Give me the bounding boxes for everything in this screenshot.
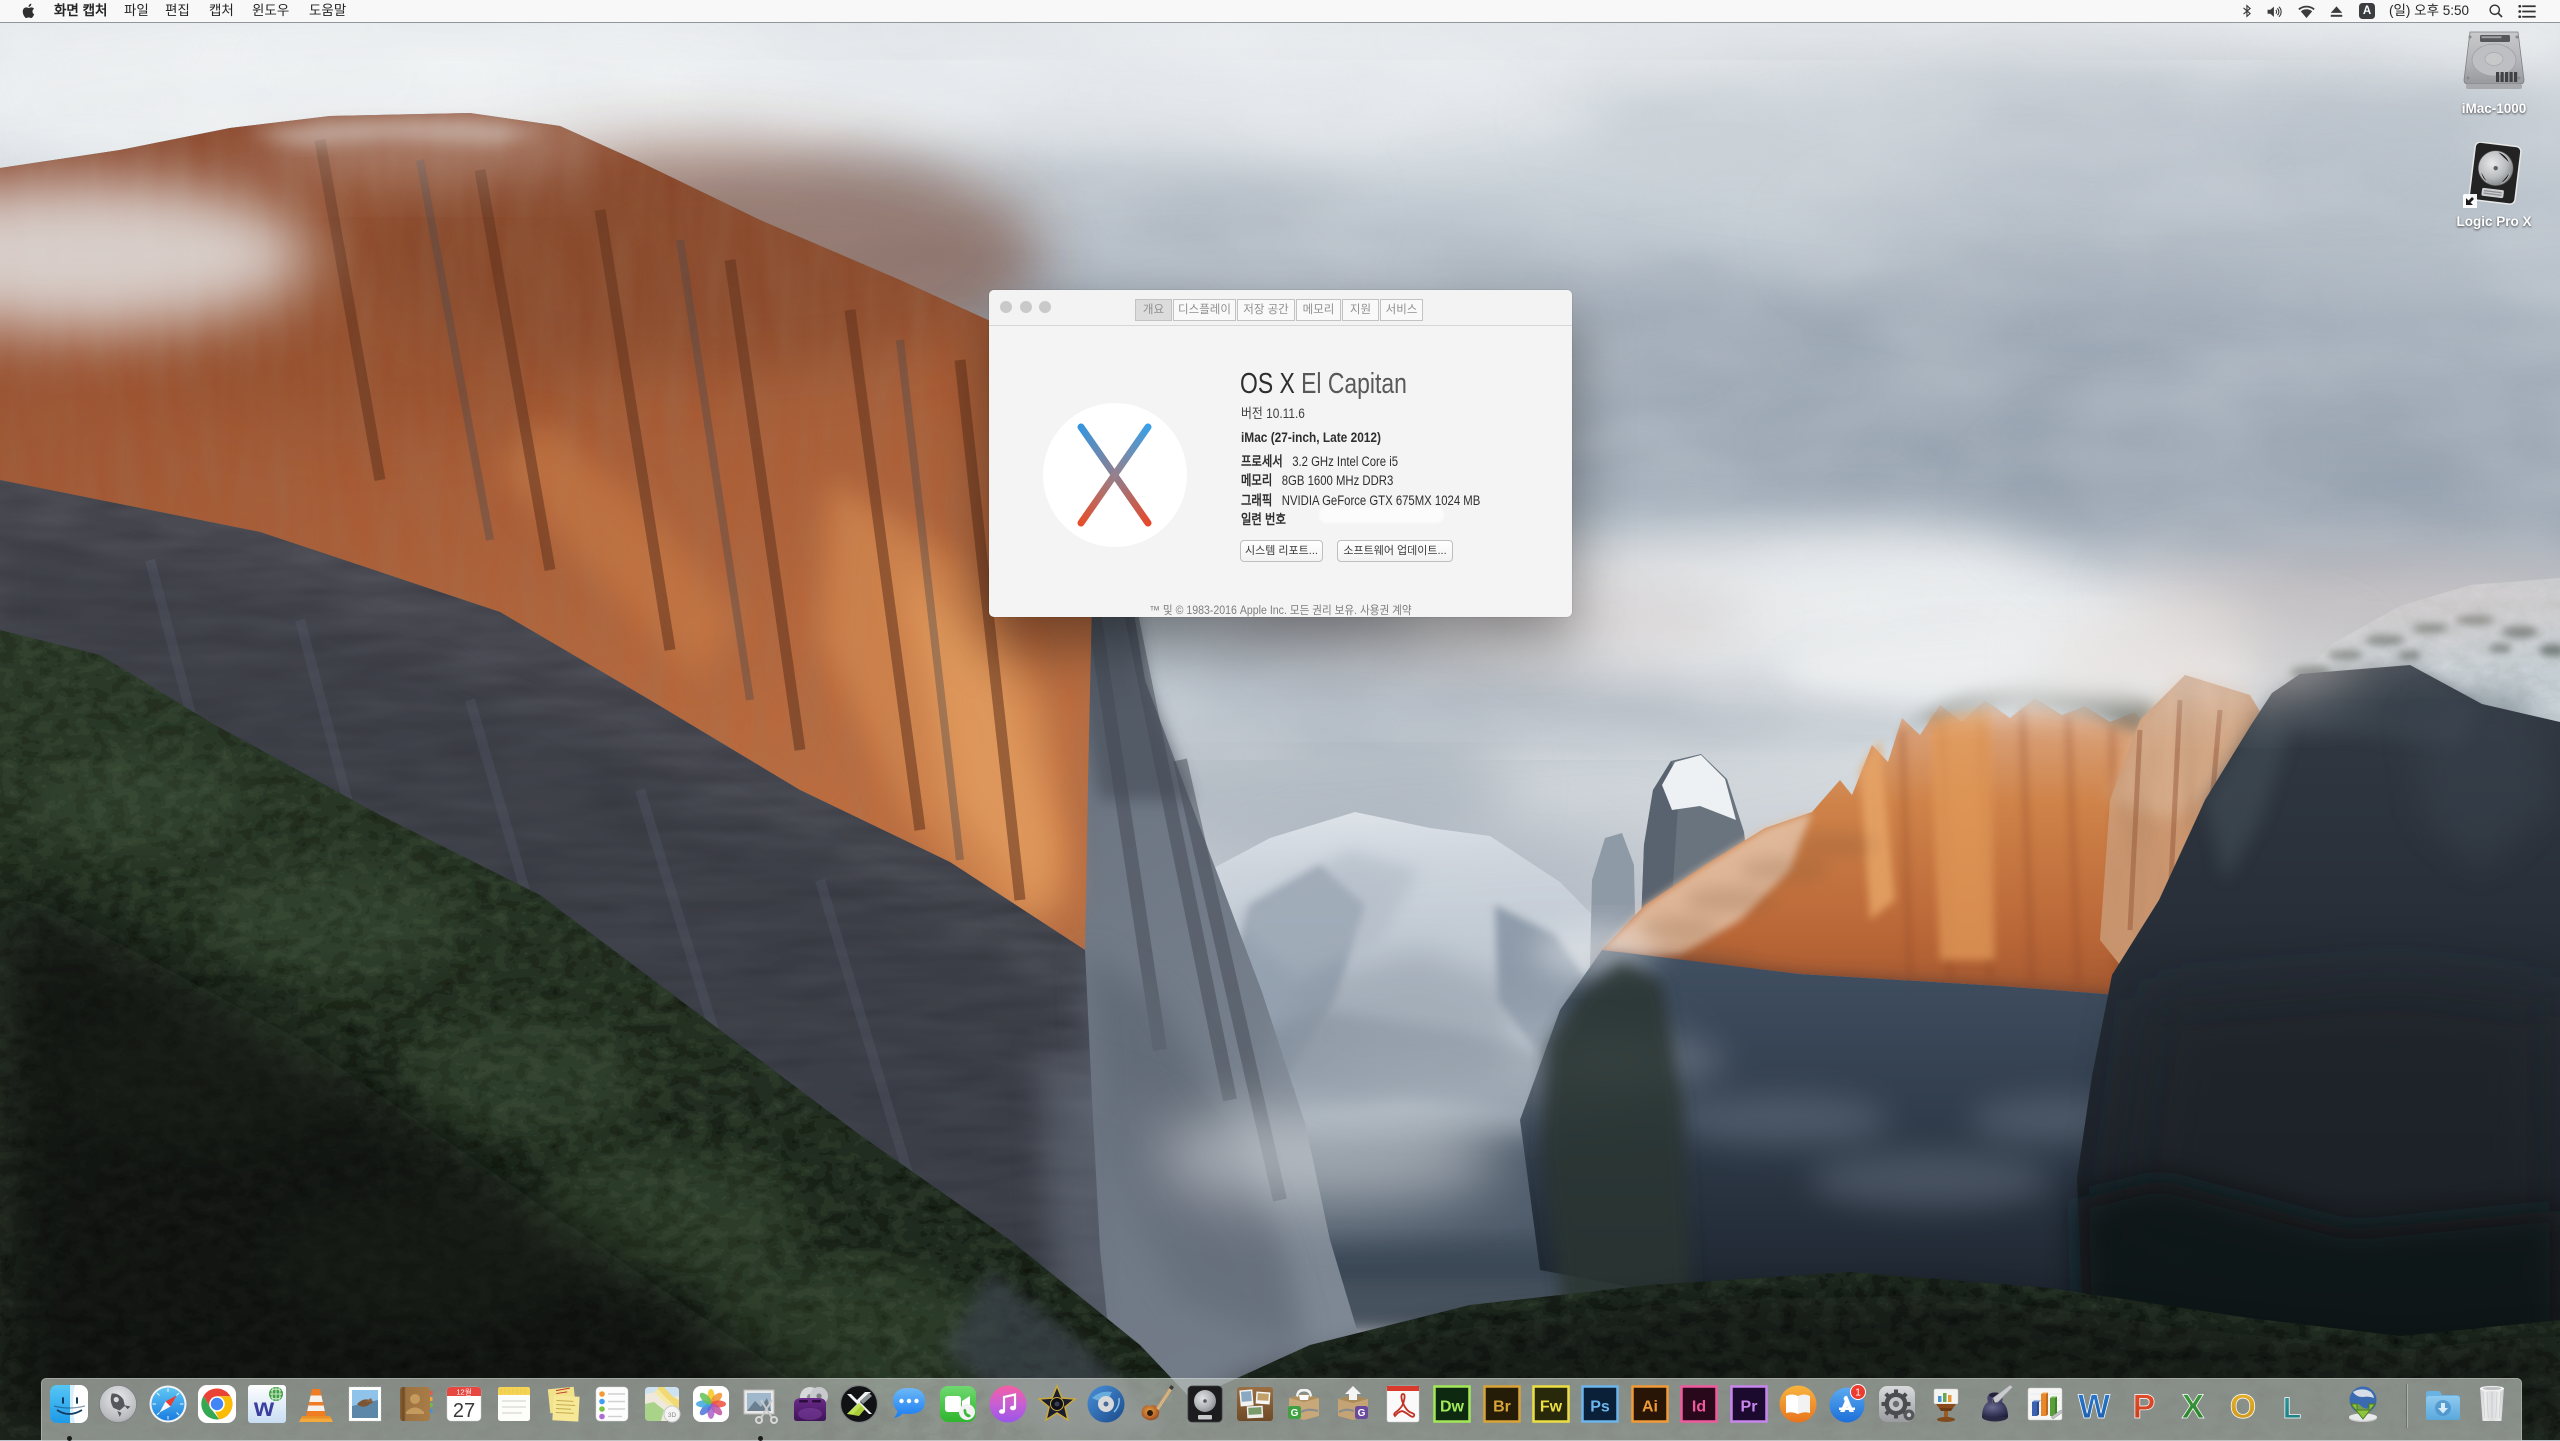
svg-text:Fw: Fw	[1540, 1399, 1563, 1416]
svg-text:G: G	[1358, 1408, 1366, 1419]
svg-text:P: P	[2133, 1388, 2156, 1424]
svg-text:X: X	[2182, 1388, 2205, 1424]
svg-text:1: 1	[1855, 1388, 1861, 1399]
svg-text:Id: Id	[1692, 1399, 1706, 1416]
svg-text:3D: 3D	[668, 1412, 677, 1419]
svg-text:12월: 12월	[456, 1387, 471, 1397]
svg-text:Ai: Ai	[1642, 1399, 1658, 1416]
svg-text:Pr: Pr	[1741, 1399, 1758, 1416]
svg-text:G: G	[1291, 1408, 1299, 1419]
svg-text:L: L	[2283, 1392, 2301, 1424]
svg-text:27: 27	[453, 1400, 475, 1422]
svg-text:Br: Br	[1493, 1399, 1511, 1416]
svg-text:Ps: Ps	[1590, 1399, 1610, 1416]
svg-text:W: W	[2078, 1388, 2111, 1424]
svg-text:O: O	[2230, 1388, 2256, 1424]
svg-text:Dw: Dw	[1440, 1399, 1465, 1416]
